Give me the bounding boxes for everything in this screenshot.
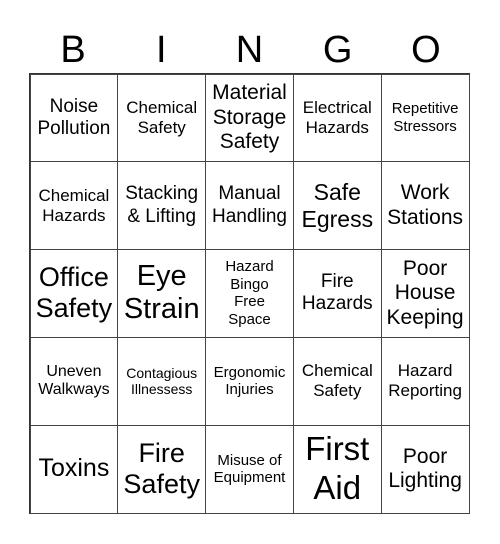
bingo-cell[interactable]: Fire Hazards [292,249,382,338]
bingo-cell[interactable]: Work Stations [380,161,470,251]
bingo-cell[interactable]: Chemical Safety [292,336,382,426]
bingo-cell[interactable]: Toxins [29,424,119,514]
bingo-cell[interactable]: Fire Safety [117,424,207,514]
header-letter-b: B [60,29,86,71]
bingo-cell[interactable]: Manual Handling [205,161,294,251]
bingo-cell[interactable]: Electrical Hazards [292,73,382,163]
bingo-header: B I N G O [29,28,470,72]
bingo-cell[interactable]: Contagious Illnessess [117,336,207,426]
bingo-cell[interactable]: Chemical Hazards [29,161,119,251]
bingo-cell[interactable]: Stacking & Lifting [117,161,207,251]
bingo-cell[interactable]: First Aid [292,424,382,514]
bingo-cell[interactable]: Hazard Reporting [380,336,470,426]
header-letter-i: I [156,29,167,71]
bingo-cell[interactable]: Safe Egress [292,161,382,251]
bingo-cell[interactable]: Poor Lighting [380,424,470,514]
bingo-cell[interactable]: Office Safety [29,249,119,338]
bingo-cell[interactable]: Repetitive Stressors [380,73,470,163]
bingo-cell[interactable]: Uneven Walkways [29,336,119,426]
bingo-grid: Noise Pollution Chemical Safety Material Stor… [29,73,470,514]
free-space-cell[interactable]: Hazard Bingo Free Space [205,249,294,338]
bingo-cell[interactable]: Eye Strain [117,249,207,338]
header-letter-o: O [411,29,441,71]
bingo-cell[interactable]: Noise Pollution [29,73,119,163]
bingo-cell[interactable]: Misuse of Equipment [205,424,294,514]
bingo-cell[interactable]: Chemical Safety [117,73,207,163]
header-letter-g: G [322,29,353,71]
bingo-cell[interactable]: Ergonomic Injuries [205,336,294,426]
bingo-cell[interactable]: Material Storage Safety [205,73,294,163]
header-letter-n: N [235,29,264,71]
bingo-cell[interactable]: Poor House Keeping [380,249,470,338]
